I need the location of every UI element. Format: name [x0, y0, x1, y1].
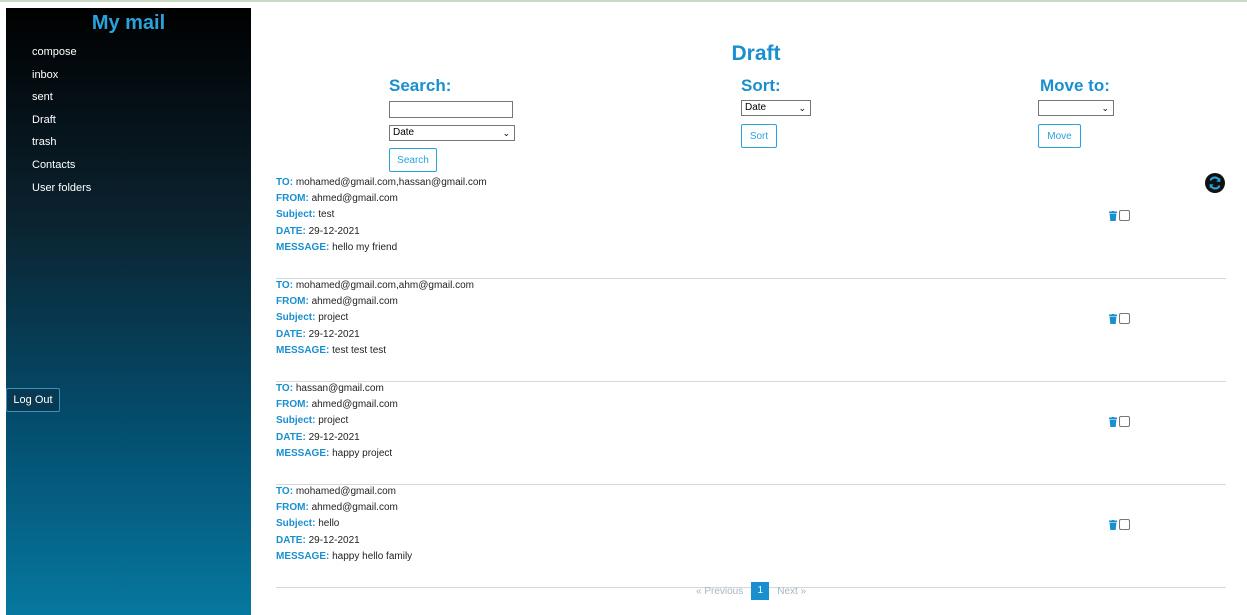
sidebar: My mail compose inbox sent Draft trash C… — [6, 8, 251, 615]
trash-icon[interactable] — [1109, 416, 1117, 427]
app-brand: My mail — [91, 12, 166, 34]
mail-from: FROM: ahmed@gmail.com — [276, 296, 398, 308]
move-to-select[interactable]: ⌄ — [1038, 100, 1114, 116]
search-field-value: Date — [393, 127, 415, 138]
mail-to: TO: mohamed@gmail.com,ahm@gmail.com — [276, 280, 474, 291]
sort-select[interactable]: Date ⌄ — [741, 100, 811, 116]
mail-subject: Subject: hello — [276, 518, 340, 530]
sidebar-item-contacts[interactable]: Contacts — [32, 159, 91, 182]
select-checkbox[interactable] — [1119, 313, 1130, 324]
sidebar-item-sent[interactable]: sent — [32, 91, 91, 114]
draft-mail-list: TO: mohamed@gmail.com,hassan@gmail.com F… — [276, 176, 1226, 588]
pagination: « Previous 1 Next » — [696, 582, 806, 600]
mail-item[interactable]: TO: mohamed@gmail.com FROM: ahmed@gmail.… — [276, 485, 1226, 588]
trash-icon[interactable] — [1109, 210, 1117, 221]
mail-message: MESSAGE: test test test — [276, 344, 387, 356]
logout-button[interactable]: Log Out — [6, 388, 60, 412]
sort-value: Date — [745, 102, 767, 113]
move-to-label: Move to: — [1040, 76, 1110, 95]
trash-icon[interactable] — [1109, 313, 1117, 324]
mail-message: MESSAGE: hello my friend — [276, 241, 398, 253]
mail-subject: Subject: test — [276, 209, 335, 221]
mail-to: TO: mohamed@gmail.com — [276, 486, 397, 497]
sidebar-item-compose[interactable]: compose — [32, 46, 91, 69]
sidebar-item-inbox[interactable]: inbox — [32, 69, 91, 92]
mail-message: MESSAGE: happy project — [276, 447, 393, 459]
mail-item[interactable]: TO: mohamed@gmail.com,hassan@gmail.com F… — [276, 176, 1226, 279]
mail-from: FROM: ahmed@gmail.com — [276, 193, 398, 205]
sort-button[interactable]: Sort — [741, 124, 777, 148]
chevron-down-icon: ⌄ — [502, 128, 510, 138]
select-checkbox[interactable] — [1119, 416, 1130, 427]
search-label: Search: — [389, 76, 452, 95]
previous-page-link[interactable]: « Previous — [696, 586, 743, 597]
mail-message: MESSAGE: happy hello family — [276, 550, 413, 562]
trash-icon[interactable] — [1109, 519, 1117, 530]
mail-from: FROM: ahmed@gmail.com — [276, 502, 398, 514]
mail-date: DATE: 29-12-2021 — [276, 328, 360, 340]
mail-subject: Subject: project — [276, 312, 349, 324]
select-checkbox[interactable] — [1119, 519, 1130, 530]
sidebar-item-user-folders[interactable]: User folders — [32, 182, 91, 205]
mail-to: TO: mohamed@gmail.com,hassan@gmail.com — [276, 177, 487, 188]
mail-date: DATE: 29-12-2021 — [276, 225, 360, 237]
sidebar-item-draft[interactable]: Draft — [32, 114, 91, 137]
move-button[interactable]: Move — [1038, 124, 1081, 148]
sidebar-item-trash[interactable]: trash — [32, 136, 91, 159]
search-input[interactable] — [389, 101, 513, 118]
mail-to: TO: hassan@gmail.com — [276, 383, 384, 394]
mail-date: DATE: 29-12-2021 — [276, 431, 360, 443]
mail-item[interactable]: TO: mohamed@gmail.com,ahm@gmail.com FROM… — [276, 279, 1226, 382]
top-border — [0, 0, 1247, 2]
select-checkbox[interactable] — [1119, 210, 1130, 221]
search-button[interactable]: Search — [389, 148, 437, 172]
page-title: Draft — [731, 42, 781, 65]
sort-label: Sort: — [741, 76, 781, 95]
sidebar-nav: compose inbox sent Draft trash Contacts … — [32, 46, 91, 204]
mail-date: DATE: 29-12-2021 — [276, 534, 360, 546]
next-page-link[interactable]: Next » — [777, 586, 806, 597]
search-field-select[interactable]: Date ⌄ — [389, 125, 515, 141]
mail-subject: Subject: project — [276, 415, 349, 427]
mail-from: FROM: ahmed@gmail.com — [276, 399, 398, 411]
chevron-down-icon: ⌄ — [798, 103, 806, 113]
page-number-current[interactable]: 1 — [751, 582, 770, 600]
mail-item[interactable]: TO: hassan@gmail.com FROM: ahmed@gmail.c… — [276, 382, 1226, 485]
chevron-down-icon: ⌄ — [1101, 103, 1109, 113]
